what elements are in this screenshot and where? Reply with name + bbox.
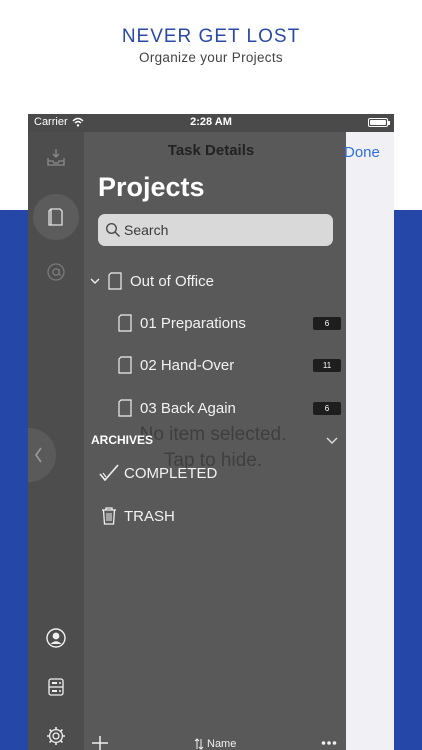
- more-icon[interactable]: [321, 740, 337, 746]
- search-input[interactable]: [124, 214, 324, 246]
- count-badge: 11: [313, 359, 341, 372]
- chevron-down-icon[interactable]: [90, 276, 100, 286]
- device-screen: Done Task Details No item selected. Tap …: [28, 114, 394, 750]
- trash-label: TRASH: [124, 507, 175, 525]
- archive-trash[interactable]: TRASH: [100, 501, 175, 531]
- sidebar-item-server[interactable]: [42, 673, 70, 701]
- chevron-left-icon: [35, 447, 42, 463]
- search-bar[interactable]: [98, 214, 333, 246]
- checkmark-icon: [99, 464, 119, 482]
- sort-button[interactable]: Name: [194, 738, 236, 750]
- detail-pane[interactable]: [346, 132, 394, 750]
- completed-label: COMPLETED: [124, 464, 218, 482]
- nav-title: Task Details: [167, 142, 255, 159]
- folder-label: Out of Office: [130, 272, 214, 290]
- add-icon[interactable]: [90, 736, 110, 750]
- promo-subtitle: Organize your Projects: [139, 50, 283, 65]
- document-icon: [118, 314, 132, 332]
- list-item[interactable]: 02 Hand-Over: [118, 350, 234, 380]
- project-label: 01 Preparations: [140, 314, 246, 332]
- project-label: 03 Back Again: [140, 399, 236, 417]
- page-title: Projects: [98, 172, 205, 202]
- status-time: 2:28 AM: [190, 116, 232, 128]
- sidebar: [28, 132, 84, 750]
- sidebar-item-inbox[interactable]: [42, 144, 70, 172]
- sort-icon: [194, 738, 204, 750]
- done-button[interactable]: Done: [344, 144, 380, 161]
- gear-icon: [47, 727, 65, 745]
- sidebar-collapse-handle[interactable]: [28, 428, 56, 482]
- sort-label: Name: [207, 738, 237, 750]
- battery-icon: [368, 118, 390, 127]
- sidebar-item-account[interactable]: [42, 624, 70, 652]
- search-icon: [105, 222, 121, 238]
- document-icon: [108, 272, 122, 290]
- status-bar: Carrier 2:28 AM: [28, 114, 394, 132]
- count-badge: 6: [313, 317, 341, 330]
- archive-completed[interactable]: COMPLETED: [98, 458, 217, 488]
- document-icon: [118, 399, 132, 417]
- trash-icon: [102, 507, 116, 525]
- server-icon: [48, 678, 64, 696]
- promo-title: NEVER GET LOST: [121, 26, 301, 47]
- document-icon: [118, 356, 132, 374]
- user-icon: [46, 628, 66, 648]
- sidebar-item-contexts[interactable]: [42, 258, 70, 286]
- sidebar-item-settings[interactable]: [42, 722, 70, 750]
- folder-row[interactable]: Out of Office: [90, 266, 214, 296]
- chevron-down-icon[interactable]: [326, 435, 338, 445]
- sidebar-item-projects[interactable]: [42, 203, 70, 231]
- project-label: 02 Hand-Over: [140, 356, 235, 374]
- list-item[interactable]: 01 Preparations: [118, 308, 246, 338]
- document-icon: [48, 208, 63, 226]
- list-item[interactable]: 03 Back Again: [118, 393, 236, 423]
- inbox-icon: [47, 149, 65, 166]
- bottom-toolbar: Name: [84, 724, 346, 750]
- at-sign-icon: [47, 263, 65, 281]
- count-badge: 6: [313, 402, 341, 415]
- archives-header: ARCHIVES: [91, 433, 154, 447]
